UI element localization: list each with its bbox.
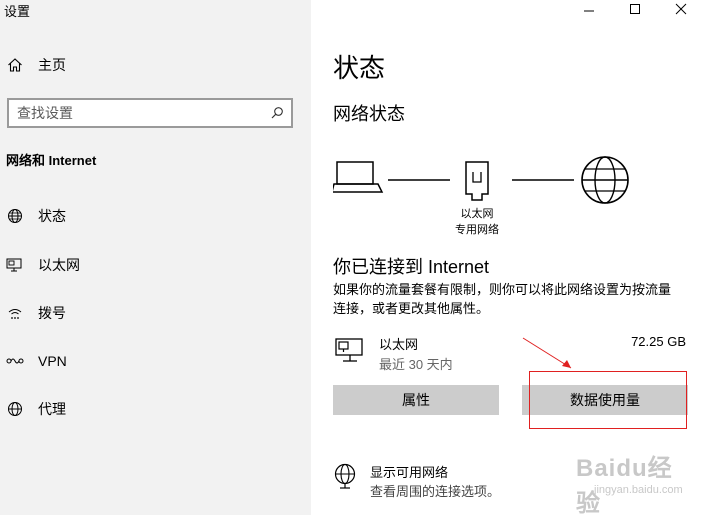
show-available-networks-link[interactable]: 显示可用网络 (370, 462, 448, 481)
network-diagram: 以太网 专用网络 (331, 150, 633, 240)
watermark-url: jingyan.baidu.com (594, 484, 683, 496)
adapter-name: 以太网 (460, 208, 494, 220)
sidebar-item-home[interactable]: 主页 (0, 47, 311, 83)
sidebar-item-dialup[interactable]: 拨号 (0, 295, 311, 331)
sidebar-item-ethernet[interactable]: 以太网 (0, 247, 311, 283)
dialup-icon (6, 304, 24, 322)
connection-status-heading: 你已连接到 Internet (333, 257, 490, 277)
window-controls (566, 0, 704, 18)
sidebar-item-label: 代理 (38, 401, 66, 417)
sidebar-item-label: VPN (38, 353, 67, 369)
section-title: 网络和 Internet (6, 153, 97, 168)
connection-period: 最近 30 天内 (379, 357, 453, 372)
show-available-networks-description: 查看周围的连接选项。 (370, 484, 501, 499)
network-diagram-graphic (331, 156, 629, 204)
close-button[interactable] (658, 0, 704, 18)
minimize-button[interactable] (566, 0, 612, 18)
data-usage-value: 72.25 GB (631, 334, 686, 349)
watermark: Baidu经验 jingyan.baidu.com (536, 448, 696, 515)
adapter-label: 以太网 专用网络 (447, 205, 507, 237)
network-profile: 专用网络 (455, 224, 499, 236)
globe-icon (6, 207, 24, 225)
description-line: 如果你的流量套餐有限制，则你可以将此网络设置为按流量 (333, 282, 672, 297)
minimize-icon (584, 10, 594, 12)
maximize-button[interactable] (612, 0, 658, 18)
connection-status-description: 如果你的流量套餐有限制，则你可以将此网络设置为按流量 连接，或者更改其他属性。 (333, 280, 689, 320)
annotation-highlight (529, 371, 687, 429)
sidebar-item-vpn[interactable]: VPN (0, 343, 311, 379)
sidebar-item-label: 状态 (38, 208, 66, 224)
sidebar-item-label: 以太网 (38, 257, 80, 273)
sidebar-item-label: 主页 (38, 57, 66, 73)
annotation-arrow (522, 337, 572, 369)
page-title: 状态 (333, 53, 386, 83)
globe-icon (6, 400, 24, 418)
maximize-icon (630, 4, 640, 14)
search-box[interactable] (7, 98, 293, 128)
sidebar-item-proxy[interactable]: 代理 (0, 391, 311, 427)
vpn-icon (6, 352, 24, 370)
ethernet-port-icon (465, 161, 489, 201)
sidebar-item-status[interactable]: 状态 (0, 198, 311, 234)
laptop-icon (331, 161, 384, 193)
network-status-heading: 网络状态 (333, 104, 405, 124)
home-icon (6, 56, 24, 74)
sidebar: 设置 主页 网络和 Internet 状态 以太网 拨号 VP (0, 0, 311, 515)
main-content: 状态 网络状态 以太网 专用网络 你已连接到 Internet 如果你的流量套餐… (311, 0, 704, 515)
search-input[interactable] (17, 104, 257, 122)
description-line: 连接，或者更改其他属性。 (333, 301, 490, 316)
connection-name: 以太网 (379, 337, 419, 352)
ethernet-icon (6, 256, 24, 274)
globe-icon (333, 463, 357, 489)
watermark-text: Baidu经验 (576, 455, 673, 515)
properties-button[interactable]: 属性 (333, 385, 499, 415)
search-icon[interactable] (269, 105, 285, 121)
internet-globe-icon (581, 156, 629, 204)
close-icon (675, 3, 687, 15)
app-title: 设置 (4, 4, 31, 19)
ethernet-icon (333, 336, 367, 364)
sidebar-item-label: 拨号 (38, 305, 66, 321)
